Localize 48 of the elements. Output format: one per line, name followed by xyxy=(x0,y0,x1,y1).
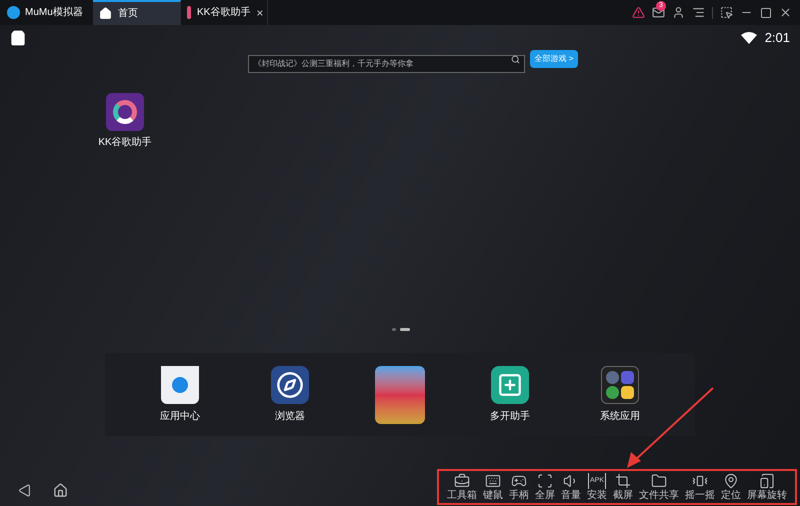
compass-icon xyxy=(271,366,309,404)
keyboard-icon xyxy=(485,473,501,489)
toolbar-button[interactable]: 手柄 xyxy=(509,473,529,501)
close-icon[interactable] xyxy=(779,6,792,19)
back-icon[interactable] xyxy=(18,484,31,497)
menu-icon[interactable] xyxy=(692,6,705,19)
toolbar-button[interactable]: 键鼠 xyxy=(483,473,503,501)
game-icon xyxy=(375,366,425,424)
cursor-icon[interactable] xyxy=(720,6,733,19)
dock-app[interactable]: 浏览器 xyxy=(255,366,325,424)
multi-window-icon xyxy=(491,366,529,404)
warning-icon[interactable] xyxy=(632,6,645,19)
shopping-bag-icon xyxy=(161,366,199,404)
toolbar-button[interactable]: 全屏 xyxy=(535,473,555,501)
tab-close[interactable]: × xyxy=(256,4,264,22)
toolbar-button[interactable]: 文件共享 xyxy=(639,473,679,501)
app-logo-icon xyxy=(7,6,20,19)
toolbar-button[interactable]: 工具箱 xyxy=(447,473,477,501)
dock-app[interactable]: 多开助手 xyxy=(475,366,545,424)
mail-icon[interactable] xyxy=(652,6,665,19)
wifi-icon xyxy=(740,32,757,44)
crop-icon xyxy=(615,473,631,489)
maximize-icon[interactable] xyxy=(760,6,772,18)
toolbox-icon xyxy=(454,473,470,489)
dock-app[interactable]: 应用中心 xyxy=(145,366,215,424)
shake-icon xyxy=(692,473,708,489)
toolbar-button[interactable]: 屏幕旋转 xyxy=(747,473,787,501)
toolbar-button[interactable]: 截屏 xyxy=(613,473,633,501)
search-field[interactable]: 《封印战记》公测三重福利，千元手办等你拿 xyxy=(248,54,525,72)
devices-icon xyxy=(759,473,775,489)
fullscreen-icon xyxy=(537,473,553,489)
shopping-bag-icon[interactable] xyxy=(10,30,26,46)
user-icon[interactable] xyxy=(672,6,685,19)
home-icon[interactable] xyxy=(53,483,68,498)
location-pin-icon xyxy=(723,473,739,489)
gamepad-icon xyxy=(511,473,527,489)
clock: 2:01 xyxy=(764,29,790,48)
dock-app[interactable]: 系统应用 xyxy=(585,366,655,424)
app-folder-icon xyxy=(601,366,639,404)
toolbar-button[interactable]: 摇一摇 xyxy=(685,473,715,501)
folder-icon xyxy=(651,473,667,489)
toolbar-button[interactable]: 音量 xyxy=(561,473,581,501)
toolbar-button[interactable]: 定位 xyxy=(721,473,741,501)
tab[interactable]: 首页 xyxy=(93,0,181,25)
search-icon xyxy=(510,54,520,64)
desktop-app[interactable]: KK谷歌助手 xyxy=(96,93,154,323)
app-name: MuMu模拟器 xyxy=(25,6,83,20)
home-icon xyxy=(99,7,112,20)
